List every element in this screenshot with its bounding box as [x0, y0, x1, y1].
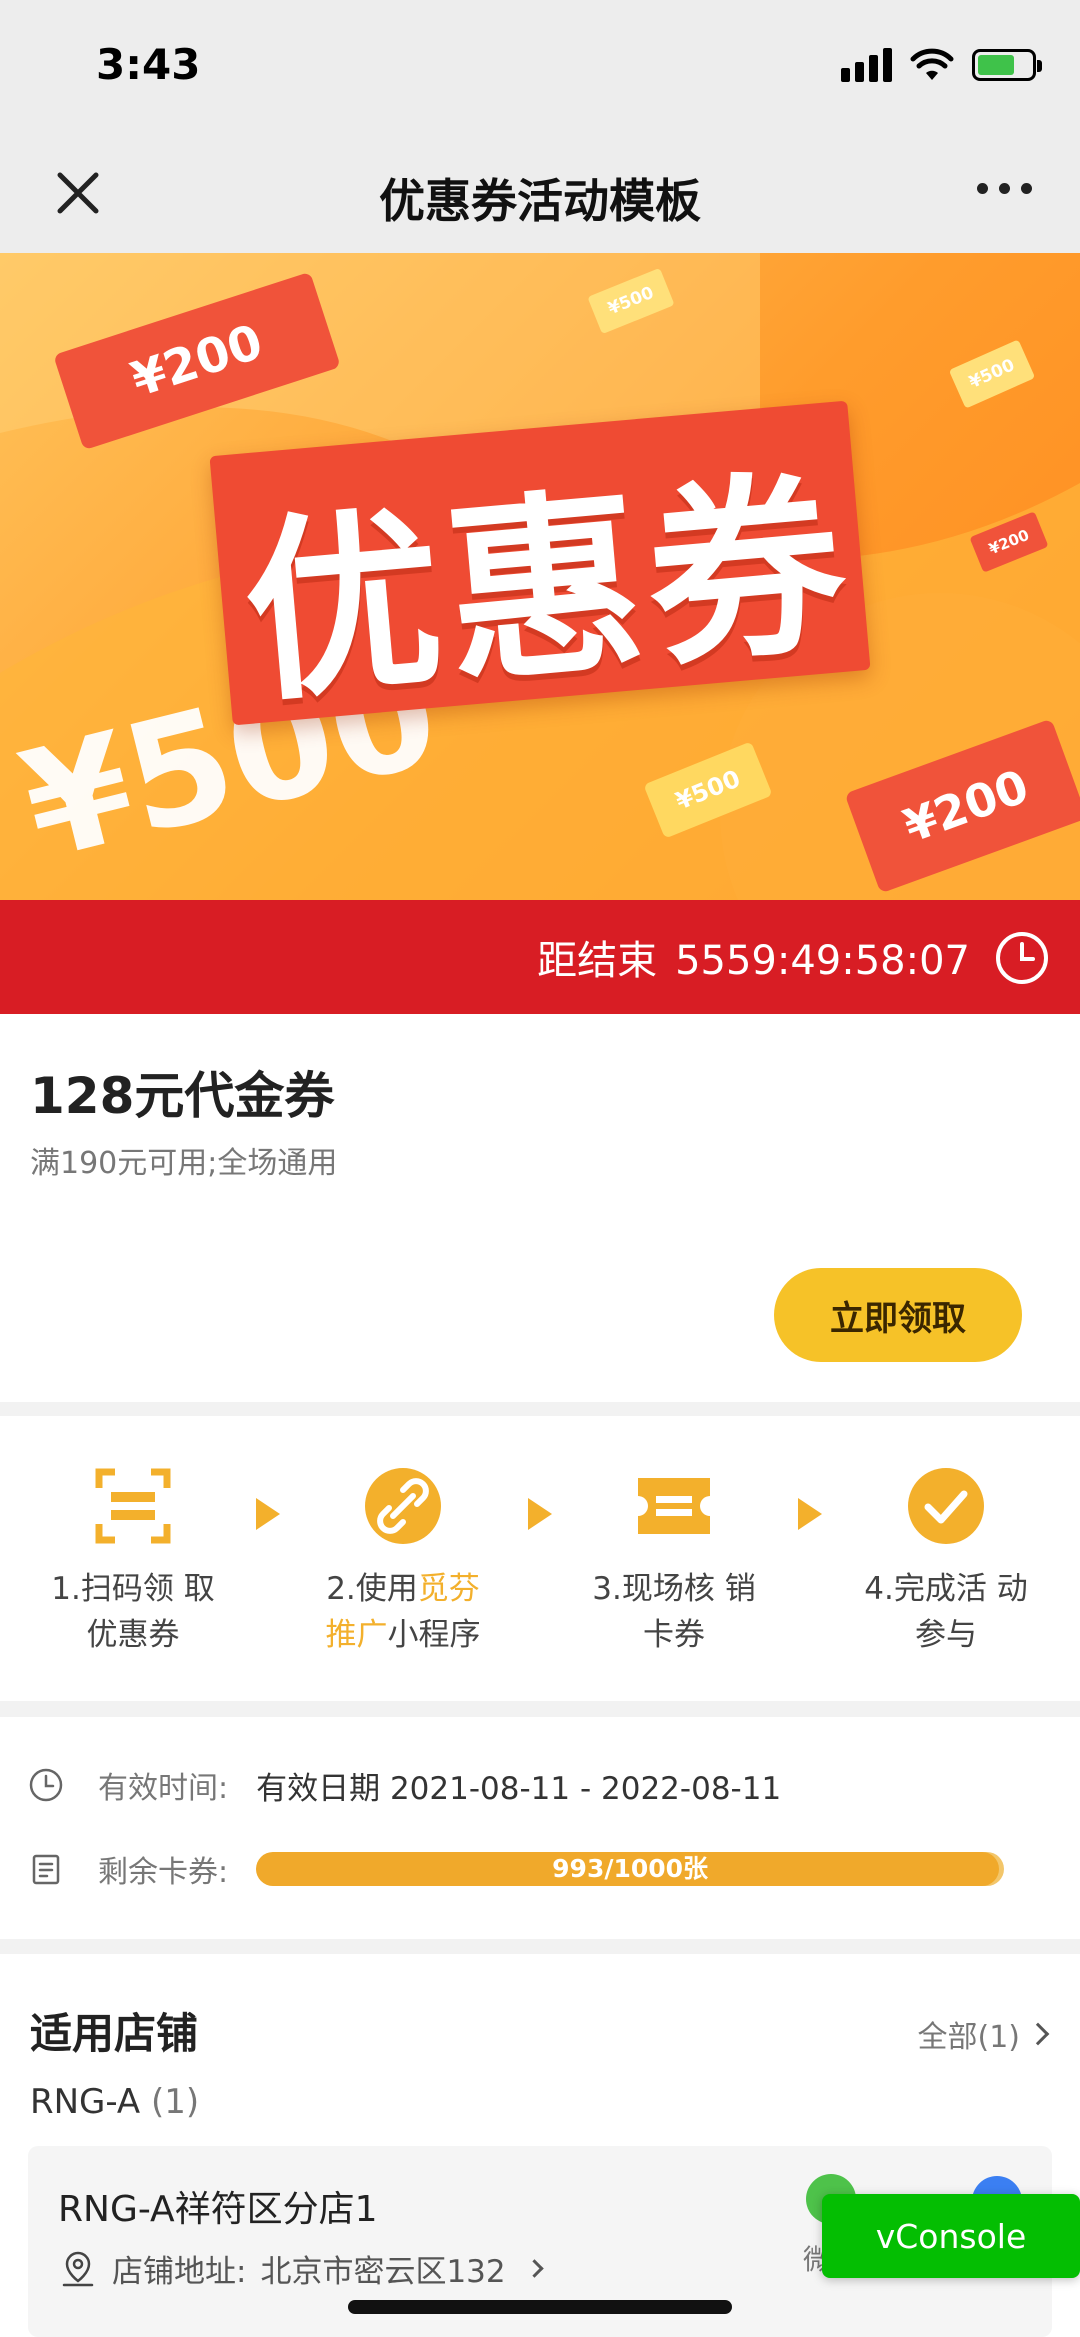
store-address[interactable]: 店铺地址: 北京市密云区132 [58, 2246, 544, 2291]
store-name: RNG-A祥符区分店1 [58, 2189, 378, 2230]
status-icons [841, 48, 1042, 82]
stores-section: 适用店铺 全部(1) RNG-A (1) RNG-A祥符区分店1 店铺地址: 北… [0, 1954, 1080, 2337]
store-address-label: 店铺地址: [112, 2254, 247, 2290]
validity-time-value: 有效日期 2021-08-11 - 2022-08-11 [256, 1770, 782, 1807]
check-icon [908, 1468, 984, 1544]
stores-all-link[interactable]: 全部(1) [917, 2012, 1050, 2056]
step-label: 3.现场核 销卡券 [592, 1571, 756, 1653]
countdown-value: 5559:49:58:07 [675, 938, 970, 984]
step-verify: 3.现场核 销卡券 [574, 1466, 774, 1658]
coupon-title: 128元代金券 [30, 1067, 335, 1125]
home-indicator [348, 2300, 732, 2314]
clock-icon [29, 1768, 63, 1802]
battery-icon [972, 49, 1042, 81]
remaining-progress-text: 993/1000张 [552, 1854, 709, 1883]
chevron-right-icon [524, 2259, 544, 2278]
banner-image: ¥200 ¥500 ¥500 ¥200 ¥500 ¥200 ¥500 优惠券 [0, 253, 1080, 900]
validity-time-label: 有效时间: [98, 1771, 229, 1806]
store-group-name: RNG-A [30, 2082, 141, 2122]
step-complete: 4.完成活 动参与 [846, 1466, 1046, 1658]
stores-all-label: 全部(1) [917, 2020, 1021, 2055]
stores-title: 适用店铺 [30, 2009, 199, 2058]
status-bar: 3:43 [0, 0, 1080, 135]
remaining-row: 剩余卡券: 993/1000张 [28, 1844, 1050, 1894]
claim-button[interactable]: 立即领取 [774, 1268, 1022, 1362]
coupon-card: 128元代金券 满190元可用;全场通用 立即领取 [0, 1014, 1080, 1402]
coupon-icon [32, 1854, 60, 1885]
coupon-description: 满190元可用;全场通用 [30, 1146, 338, 1181]
nav-bar: 优惠券活动模板 [0, 135, 1080, 253]
step-label: 1.扫码领 取优惠券 [51, 1571, 215, 1653]
store-group-count: (1) [151, 2082, 200, 2122]
steps-section: 1.扫码领 取优惠券 2.使用觅芬 推广小程序 3.现场核 销卡券 4.完成活 … [0, 1416, 1080, 1701]
location-pin-icon [62, 2251, 94, 2286]
wifi-icon [910, 48, 954, 80]
remaining-label: 剩余卡券: [98, 1855, 229, 1890]
ticket-icon [638, 1478, 710, 1534]
status-time: 3:43 [96, 40, 201, 89]
clock-icon [996, 932, 1048, 984]
validity-time-row: 有效时间: 有效日期 2021-08-11 - 2022-08-11 [28, 1760, 1050, 1810]
store-group-header: RNG-A (1) [30, 2082, 199, 2122]
countdown-text: 距结束 5559:49:58:07 [537, 928, 970, 986]
countdown-bar: 距结束 5559:49:58:07 [0, 900, 1080, 1014]
scan-icon [95, 1468, 171, 1544]
step-arrow-icon [798, 1498, 822, 1530]
link-icon [365, 1468, 441, 1544]
step-label: 4.完成活 动参与 [864, 1571, 1028, 1653]
step-arrow-icon [256, 1498, 280, 1530]
step-arrow-icon [528, 1498, 552, 1530]
signal-icon [841, 48, 892, 82]
step-label: 2.使用觅芬 推广小程序 [325, 1571, 481, 1653]
remaining-progress-bar: 993/1000张 [256, 1852, 1005, 1886]
vconsole-button[interactable]: vConsole [822, 2194, 1080, 2278]
chevron-right-icon [1026, 2022, 1050, 2046]
store-address-value: 北京市密云区132 [260, 2254, 506, 2290]
step-use-miniapp: 2.使用觅芬 推广小程序 [303, 1466, 503, 1658]
more-icon[interactable] [977, 183, 1032, 194]
validity-section: 有效时间: 有效日期 2021-08-11 - 2022-08-11 剩余卡券:… [0, 1717, 1080, 1939]
step-scan: 1.扫码领 取优惠券 [33, 1466, 233, 1658]
banner-main-text: 优惠券 [235, 449, 860, 730]
page-title: 优惠券活动模板 [379, 174, 701, 228]
countdown-label: 距结束 [537, 938, 658, 984]
